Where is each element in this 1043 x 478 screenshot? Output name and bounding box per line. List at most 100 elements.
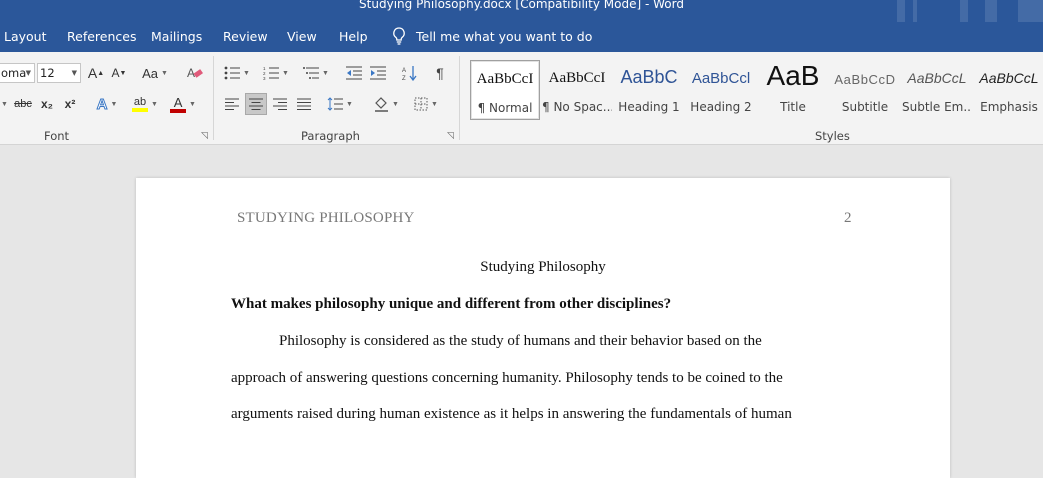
- paragraph-dialog-launcher-icon[interactable]: ◹: [447, 130, 454, 141]
- numbered-list-icon: 1 2 3: [263, 66, 280, 80]
- shrink-font-icon: A: [111, 66, 120, 80]
- increase-indent-button[interactable]: [368, 63, 388, 83]
- show-formatting-marks-button[interactable]: ¶: [430, 63, 450, 83]
- borders-icon: [414, 97, 428, 111]
- title-bar: Studying Philosophy.docx [Compatibility …: [0, 0, 1043, 22]
- decrease-indent-icon: [346, 66, 362, 80]
- grow-font-button[interactable]: A ▲: [87, 63, 105, 83]
- change-case-button[interactable]: Aa ▼: [138, 63, 172, 83]
- line-spacing-button[interactable]: ▼: [324, 94, 356, 114]
- running-header: STUDYING PHILOSOPHY: [237, 210, 415, 226]
- font-dialog-launcher-icon[interactable]: ◹: [201, 130, 208, 141]
- borders-button[interactable]: ▼: [410, 94, 442, 114]
- svg-text:A: A: [402, 68, 406, 74]
- ribbon-tabs: Layout References Mailings Review View H…: [0, 22, 1043, 52]
- style-name: Emphasis: [980, 100, 1038, 114]
- chevron-down-icon: ▼: [71, 69, 77, 77]
- font-family-value: oma: [1, 66, 27, 80]
- svg-text:A: A: [187, 66, 195, 80]
- style-name: Subtle Em...: [902, 100, 972, 114]
- document-area[interactable]: STUDYING PHILOSOPHY 2 Studying Philosoph…: [0, 145, 1043, 478]
- tell-me-label: Tell me what you want to do: [416, 28, 593, 44]
- paint-bucket-icon: [375, 97, 389, 112]
- font-color-button[interactable]: A ▼: [168, 94, 198, 114]
- paragraph-line: Philosophy is considered as the study of…: [279, 333, 762, 349]
- highlighter-icon: ab: [133, 96, 147, 108]
- styles-group-label: Styles: [815, 129, 850, 143]
- highlight-swatch: [132, 108, 149, 112]
- paragraph-line: arguments raised during human existence …: [231, 406, 792, 422]
- bullets-button[interactable]: ▼: [222, 63, 252, 83]
- justify-button[interactable]: [294, 94, 314, 114]
- bullet-list-icon: [224, 66, 241, 80]
- numbering-button[interactable]: 1 2 3 ▼: [260, 63, 292, 83]
- group-separator: [459, 56, 460, 140]
- strikethrough-button[interactable]: abc: [12, 94, 34, 114]
- highlight-color-button[interactable]: ab ▼: [130, 94, 160, 114]
- style-name: Heading 2: [690, 100, 752, 114]
- tab-mailings[interactable]: Mailings: [151, 29, 202, 44]
- tab-view[interactable]: View: [287, 29, 317, 44]
- align-center-button[interactable]: [245, 93, 267, 115]
- tab-layout[interactable]: Layout: [4, 29, 47, 44]
- shading-button[interactable]: ▼: [370, 94, 402, 114]
- tab-review[interactable]: Review: [223, 29, 268, 44]
- subscript-icon: x₂: [40, 97, 53, 111]
- font-color-icon: A: [173, 94, 183, 110]
- style-subtitle[interactable]: AaBbCcD Subtitle: [830, 60, 900, 120]
- align-left-button[interactable]: [222, 94, 242, 114]
- eraser-icon: A: [187, 66, 203, 80]
- style-sample: AaBbCcl: [691, 70, 751, 87]
- font-size-dropdown[interactable]: 12 ▼: [37, 63, 81, 83]
- titlebar-decoration: [985, 0, 997, 22]
- font-family-dropdown[interactable]: oma ▼: [0, 63, 35, 83]
- text-effects-icon: A: [96, 95, 108, 113]
- superscript-button[interactable]: x²: [61, 94, 79, 114]
- align-right-button[interactable]: [270, 94, 290, 114]
- style-no-spacing[interactable]: AaBbCcI ¶ No Spac...: [542, 60, 612, 120]
- clear-formatting-button[interactable]: A: [185, 63, 205, 83]
- style-title[interactable]: AaB Title: [758, 60, 828, 120]
- titlebar-decoration: [960, 0, 968, 22]
- style-subtle-emphasis[interactable]: AaBbCcL Subtle Em...: [902, 60, 972, 120]
- line-spacing-icon: [327, 97, 344, 111]
- style-heading-1[interactable]: AaBbC Heading 1: [614, 60, 684, 120]
- document-page[interactable]: STUDYING PHILOSOPHY 2 Studying Philosoph…: [136, 178, 950, 478]
- tell-me-box[interactable]: Tell me what you want to do: [392, 27, 592, 45]
- style-name: ¶ Normal: [477, 101, 533, 115]
- sort-icon: A Z: [402, 66, 417, 81]
- change-case-icon: Aa: [142, 65, 158, 81]
- text-effects-button[interactable]: A ▼: [92, 94, 122, 114]
- grow-font-icon: A: [87, 65, 98, 81]
- style-emphasis[interactable]: AaBbCcL Emphasis: [974, 60, 1043, 120]
- style-sample: AaB: [766, 60, 820, 91]
- sort-button[interactable]: A Z: [400, 63, 420, 83]
- multilevel-list-button[interactable]: ▼: [300, 63, 332, 83]
- tab-references[interactable]: References: [67, 29, 136, 44]
- style-sample: AaBbCcD: [834, 72, 896, 87]
- page-number: 2: [844, 210, 852, 226]
- strikethrough-icon: abc: [14, 98, 32, 110]
- tab-help[interactable]: Help: [339, 29, 368, 44]
- window-title: Studying Philosophy.docx [Compatibility …: [359, 0, 684, 11]
- paragraph-line: approach of answering questions concerni…: [231, 370, 783, 386]
- subscript-button[interactable]: x₂: [38, 94, 56, 114]
- font-color-swatch: [170, 108, 187, 113]
- style-normal[interactable]: AaBbCcI ¶ Normal: [470, 60, 540, 120]
- increase-indent-icon: [370, 66, 386, 80]
- style-sample: AaBbC: [620, 67, 678, 87]
- font-size-value: 12: [40, 66, 55, 80]
- group-separator: [213, 56, 214, 140]
- titlebar-decoration: [897, 0, 905, 22]
- chevron-down-icon: ▼: [25, 69, 31, 77]
- superscript-icon: x²: [64, 97, 76, 111]
- style-heading-2[interactable]: AaBbCcl Heading 2: [686, 60, 756, 120]
- ribbon: oma ▼ 12 ▼ A ▲ A ▼ Aa ▼ A ▼ abc x₂ x² A ▼ ab ▼…: [0, 52, 1043, 145]
- style-sample: AaBbCcI: [548, 70, 606, 86]
- lightbulb-icon: [393, 27, 405, 45]
- document-title: Studying Philosophy: [480, 259, 606, 275]
- align-left-icon: [225, 98, 239, 110]
- shrink-font-button[interactable]: A ▼: [110, 63, 128, 83]
- decrease-indent-button[interactable]: [344, 63, 364, 83]
- style-name: ¶ No Spac...: [542, 100, 612, 114]
